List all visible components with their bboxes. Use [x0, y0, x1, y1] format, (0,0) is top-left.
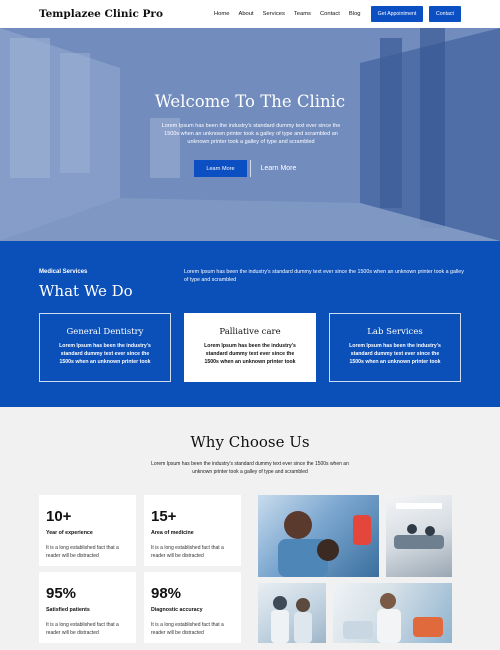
top-navbar: Templazee Clinic Pro Home About Services…	[0, 0, 500, 28]
get-appointment-button[interactable]: Get Appointment	[371, 6, 423, 22]
why-subtitle: Lorem Ipsum has been the industry's stan…	[151, 461, 349, 475]
stat-text: It is a long established fact that a rea…	[151, 622, 224, 636]
stat-label: Satisfied patients	[46, 607, 90, 613]
menu-item-contact[interactable]: Contact	[320, 11, 340, 17]
dentist-photo-graphic	[278, 511, 371, 577]
menu-item-services[interactable]: Services	[263, 11, 285, 17]
service-card-text: Lorem Ipsum has been the industry's stan…	[59, 343, 151, 365]
stat-label: Diagnostic accuracy	[151, 607, 203, 613]
clinic-room-photo	[386, 495, 452, 577]
service-card-lab-services[interactable]: Lab Services Lorem Ipsum has been the in…	[329, 313, 461, 382]
stat-card-diagnostic-accuracy: 98% Diagnostic accuracy It is a long est…	[144, 572, 241, 643]
dental-chair-photo	[333, 583, 452, 643]
hero-subtitle: Lorem Ipsum has been the industry's stan…	[161, 123, 341, 145]
stat-text: It is a long established fact that a rea…	[46, 622, 119, 636]
menu-item-blog[interactable]: Blog	[349, 11, 361, 17]
dental-chair-photo-graphic	[343, 593, 443, 643]
stat-text: It is a long established fact that a rea…	[46, 545, 119, 559]
why-title: Why Choose Us	[190, 433, 310, 451]
services-description: Lorem Ipsum has been the industry's stan…	[184, 269, 464, 283]
service-card-text: Lorem Ipsum has been the industry's stan…	[204, 343, 296, 365]
stat-number: 95%	[46, 585, 77, 602]
service-card-text: Lorem Ipsum has been the industry's stan…	[349, 343, 441, 365]
why-choose-us-section: Why Choose Us Lorem Ipsum has been the i…	[0, 407, 500, 650]
contact-button[interactable]: Contact	[429, 6, 461, 22]
hero-secondary-button[interactable]: Learn More	[250, 160, 306, 177]
service-card-title: Lab Services	[367, 327, 423, 337]
main-menu: Home About Services Teams Contact Blog	[214, 11, 370, 17]
stat-number: 15+	[151, 508, 177, 525]
service-card-general-dentistry[interactable]: General Dentistry Lorem Ipsum has been t…	[39, 313, 171, 382]
stat-card-areas: 15+ Area of medicine It is a long establ…	[144, 495, 241, 566]
dentist-photo	[258, 495, 379, 577]
stat-number: 98%	[151, 585, 182, 602]
hero-banner: Welcome To The Clinic Lorem Ipsum has be…	[0, 28, 500, 241]
clinic-room-photo-graphic	[394, 503, 444, 549]
service-card-palliative-care[interactable]: Palliative care Lorem Ipsum has been the…	[184, 313, 316, 382]
hero-learn-more-button[interactable]: Learn More	[194, 160, 247, 177]
services-title: What We Do	[39, 282, 133, 300]
stat-card-experience: 10+ Year of experience It is a long esta…	[39, 495, 136, 566]
stat-number: 10+	[46, 508, 72, 525]
stat-label: Year of experience	[46, 530, 93, 536]
menu-item-home[interactable]: Home	[214, 11, 229, 17]
lab-staff-photo	[258, 583, 326, 643]
lab-staff-photo-graphic	[271, 596, 312, 643]
menu-item-about[interactable]: About	[238, 11, 253, 17]
services-kicker: Medical Services	[39, 269, 88, 275]
hero-title: Welcome To The Clinic	[154, 92, 346, 111]
services-section: Medical Services What We Do Lorem Ipsum …	[0, 241, 500, 407]
menu-item-teams[interactable]: Teams	[294, 11, 311, 17]
service-card-title: General Dentistry	[66, 327, 144, 337]
stat-text: It is a long established fact that a rea…	[151, 545, 224, 559]
brand-logo-text[interactable]: Templazee Clinic Pro	[39, 8, 163, 20]
stat-card-satisfied-patients: 95% Satisfied patients It is a long esta…	[39, 572, 136, 643]
stat-label: Area of medicine	[151, 530, 194, 536]
service-card-title: Palliative care	[219, 327, 281, 337]
